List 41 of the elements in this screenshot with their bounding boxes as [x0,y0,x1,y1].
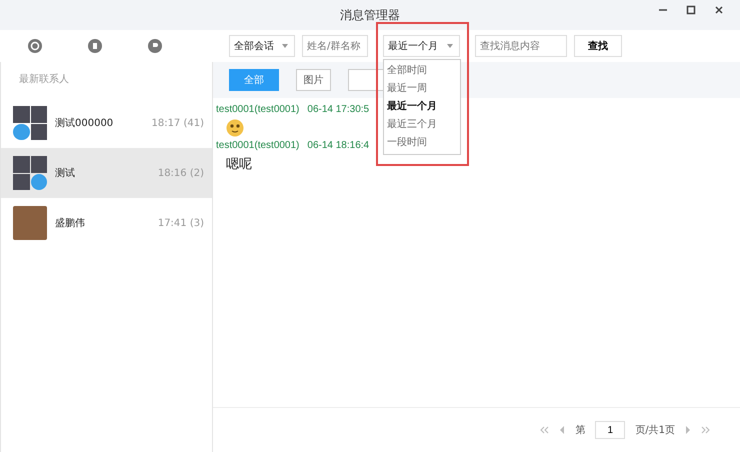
page-count: 页/共1页 [635,424,675,437]
search-button[interactable]: 查找 [574,35,622,57]
message-sender: test0001(test0001) [216,140,300,151]
type-tab[interactable]: 图片 [296,69,331,91]
contact-time: 17:41 (3) [158,218,204,228]
contact-time: 18:17 (41) [151,118,204,128]
close-icon[interactable] [714,5,724,15]
contact-time: 18:16 (2) [158,168,204,178]
menu-item[interactable]: 最近三个月 [384,116,460,134]
refresh-icon[interactable] [28,39,42,53]
contact-item[interactable]: 测试 18:16 (2) [1,148,212,198]
contact-name: 盛鹏伟 [55,216,86,230]
menu-item[interactable]: 一段时间 [384,134,460,152]
message-time: 06-14 18:16:4 [307,140,370,151]
caret-icon [447,44,453,48]
message-text: 嗯呢 [226,156,253,173]
avatar [13,206,47,240]
menu-item[interactable]: 最近一个月 [384,98,460,116]
message-time: 06-14 17:30:5 [307,104,370,115]
contact-name: 测试 [55,166,76,180]
menu-item[interactable]: 全部时间 [384,62,460,80]
caret-icon [282,44,288,48]
menu-item[interactable]: 最近一周 [384,80,460,98]
window-title: 消息管理器 [340,6,400,24]
message-search-field[interactable]: 查找消息内容 [475,35,567,57]
session-dropdown[interactable]: 全部会话 [229,35,295,57]
export-icon[interactable] [148,39,162,53]
name-field[interactable]: 姓名/群名称 [302,35,368,57]
time-dropdown[interactable]: 最近一个月 [383,35,460,57]
contact-item[interactable]: 盛鹏伟 17:41 (3) [1,198,212,248]
page-label: 第 [575,424,586,437]
maximize-icon[interactable] [686,5,696,15]
message-sender: test0001(test0001) [216,104,300,115]
trash-icon[interactable] [88,39,102,53]
contact-name: 测试000000 [55,116,114,130]
group-avatar [13,156,47,190]
contact-item[interactable]: 测试000000 18:17 (41) [1,98,212,148]
emoji-icon [226,119,244,137]
sidebar-header: 最新联系人 [18,72,70,87]
page-field[interactable]: 1 [595,421,626,439]
group-avatar [13,106,47,140]
